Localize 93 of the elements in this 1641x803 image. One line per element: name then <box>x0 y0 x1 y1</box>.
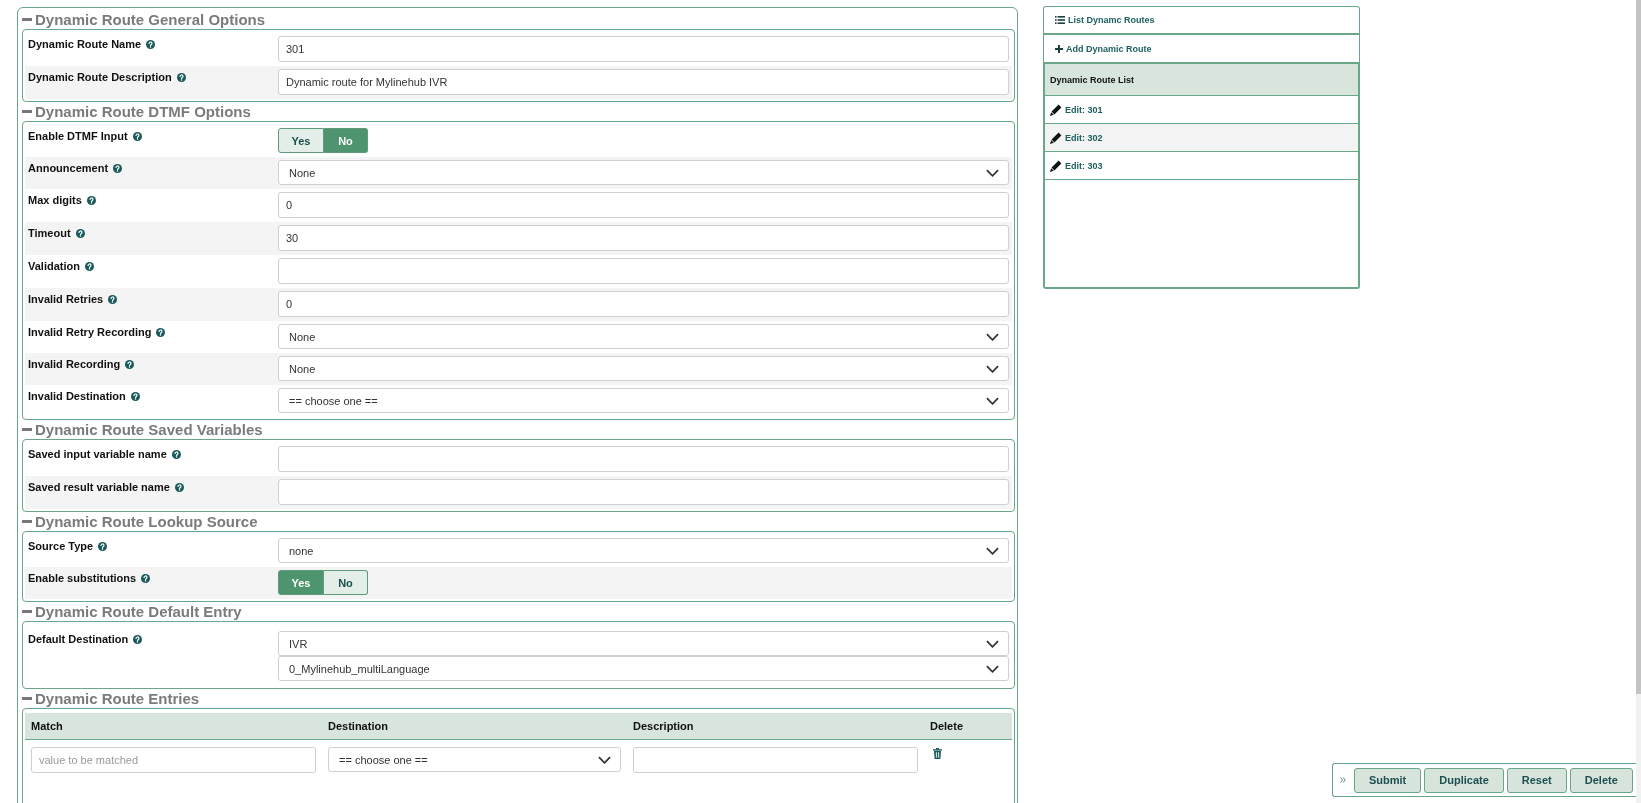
field-label: Source Type <box>28 539 94 553</box>
column-header: Destination <box>328 720 388 732</box>
trash-icon[interactable] <box>933 748 942 759</box>
action-button[interactable]: Reset <box>1506 767 1567 793</box>
pencil-icon <box>1050 103 1062 116</box>
pencil-icon <box>1050 159 1062 172</box>
dropdown[interactable]: IVR <box>278 631 1009 656</box>
text-field[interactable] <box>278 479 1009 505</box>
action-button[interactable]: Duplicate <box>1424 767 1504 793</box>
pencil-icon <box>1050 131 1062 144</box>
minus-icon[interactable] <box>22 610 32 613</box>
field-label: Dynamic Route Description <box>28 70 172 84</box>
field-label: Dynamic Route Name <box>28 37 142 51</box>
sidebar-link[interactable]: Add Dynamic Route <box>1043 35 1360 64</box>
section-title: Dynamic Route Entries <box>35 690 200 707</box>
help-icon <box>84 261 94 271</box>
field-label: Saved result variable name <box>28 480 170 494</box>
field-label: Invalid Destination <box>28 389 126 403</box>
text-field[interactable] <box>633 747 918 773</box>
chevron-down-icon <box>986 396 999 405</box>
help-icon <box>125 359 135 369</box>
action-button[interactable]: Submit <box>1354 767 1422 793</box>
minus-icon[interactable] <box>22 697 32 700</box>
section-title: Dynamic Route Lookup Source <box>35 513 258 530</box>
field-label: Saved input variable name <box>28 447 167 461</box>
field-label: Invalid Retries <box>28 292 104 306</box>
toggle-option[interactable]: Yes <box>278 570 324 595</box>
chevron-down-icon <box>986 639 999 648</box>
minus-icon[interactable] <box>22 428 32 431</box>
help-icon <box>133 634 143 644</box>
section-title: Dynamic Route Saved Variables <box>35 421 263 438</box>
minus-icon[interactable] <box>22 110 32 113</box>
dropdown[interactable]: == choose one == <box>328 747 621 772</box>
list-icon <box>1055 16 1065 24</box>
text-field[interactable]: 0 <box>278 192 1009 218</box>
help-icon <box>75 228 85 238</box>
text-field[interactable] <box>278 446 1009 472</box>
chevron-down-icon <box>986 332 999 341</box>
field-label: Announcement <box>28 161 109 175</box>
help-icon <box>156 327 166 337</box>
dropdown[interactable]: None <box>278 160 1009 185</box>
text-field[interactable]: 0 <box>278 291 1009 317</box>
toggle-option[interactable]: Yes <box>278 128 324 153</box>
field-label: Max digits <box>28 193 82 207</box>
help-icon <box>113 163 123 173</box>
dropdown[interactable]: none <box>278 538 1009 563</box>
help-icon <box>98 541 108 551</box>
toggle-option[interactable]: No <box>324 570 368 595</box>
dropdown[interactable]: == choose one == <box>278 388 1009 413</box>
section-title: Dynamic Route General Options <box>35 11 266 28</box>
column-header: Description <box>633 720 694 732</box>
text-field[interactable]: Dynamic route for Mylinehub IVR <box>278 69 1009 95</box>
help-icon <box>174 482 184 492</box>
section-title: Dynamic Route Default Entry <box>35 603 242 620</box>
help-icon <box>108 294 118 304</box>
edit-link[interactable]: Edit: 302 <box>1045 124 1358 152</box>
column-header: Delete <box>930 720 964 732</box>
plus-icon <box>1055 44 1063 53</box>
field-label: Timeout <box>28 226 71 240</box>
field-label: Enable DTMF Input <box>28 129 128 143</box>
dropdown[interactable]: 0_Mylinehub_multiLanguage <box>278 656 1009 681</box>
text-field[interactable]: value to be matched <box>31 747 316 773</box>
text-field[interactable]: 30 <box>278 225 1009 251</box>
field-label: Invalid Recording <box>28 357 121 371</box>
double-chevron-icon[interactable] <box>1340 777 1346 783</box>
help-icon <box>86 195 96 205</box>
toggle-option[interactable]: No <box>324 128 368 153</box>
dropdown[interactable]: None <box>278 324 1009 349</box>
help-icon <box>141 573 151 583</box>
field-label: Enable substitutions <box>28 571 137 585</box>
chevron-down-icon <box>598 755 611 764</box>
chevron-down-icon <box>986 546 999 555</box>
help-icon <box>176 72 186 82</box>
dropdown[interactable]: None <box>278 356 1009 381</box>
list-header: Dynamic Route List <box>1045 64 1358 96</box>
field-label: Default Destination <box>28 632 129 646</box>
text-field[interactable] <box>278 258 1009 284</box>
help-icon <box>171 449 181 459</box>
chevron-down-icon <box>986 364 999 373</box>
help-icon <box>130 391 140 401</box>
help-icon <box>132 131 142 141</box>
sidebar-link[interactable]: List Dynamc Routes <box>1043 6 1360 35</box>
action-button[interactable]: Delete <box>1569 767 1633 793</box>
chevron-down-icon <box>986 168 999 177</box>
column-header: Match <box>31 720 63 732</box>
help-icon <box>146 39 156 49</box>
chevron-down-icon <box>986 664 999 673</box>
minus-icon[interactable] <box>22 18 32 21</box>
text-field[interactable]: 301 <box>278 36 1009 62</box>
minus-icon[interactable] <box>22 520 32 523</box>
field-label: Validation <box>28 259 80 273</box>
section-title: Dynamic Route DTMF Options <box>35 103 251 120</box>
field-label: Invalid Retry Recording <box>28 325 152 339</box>
